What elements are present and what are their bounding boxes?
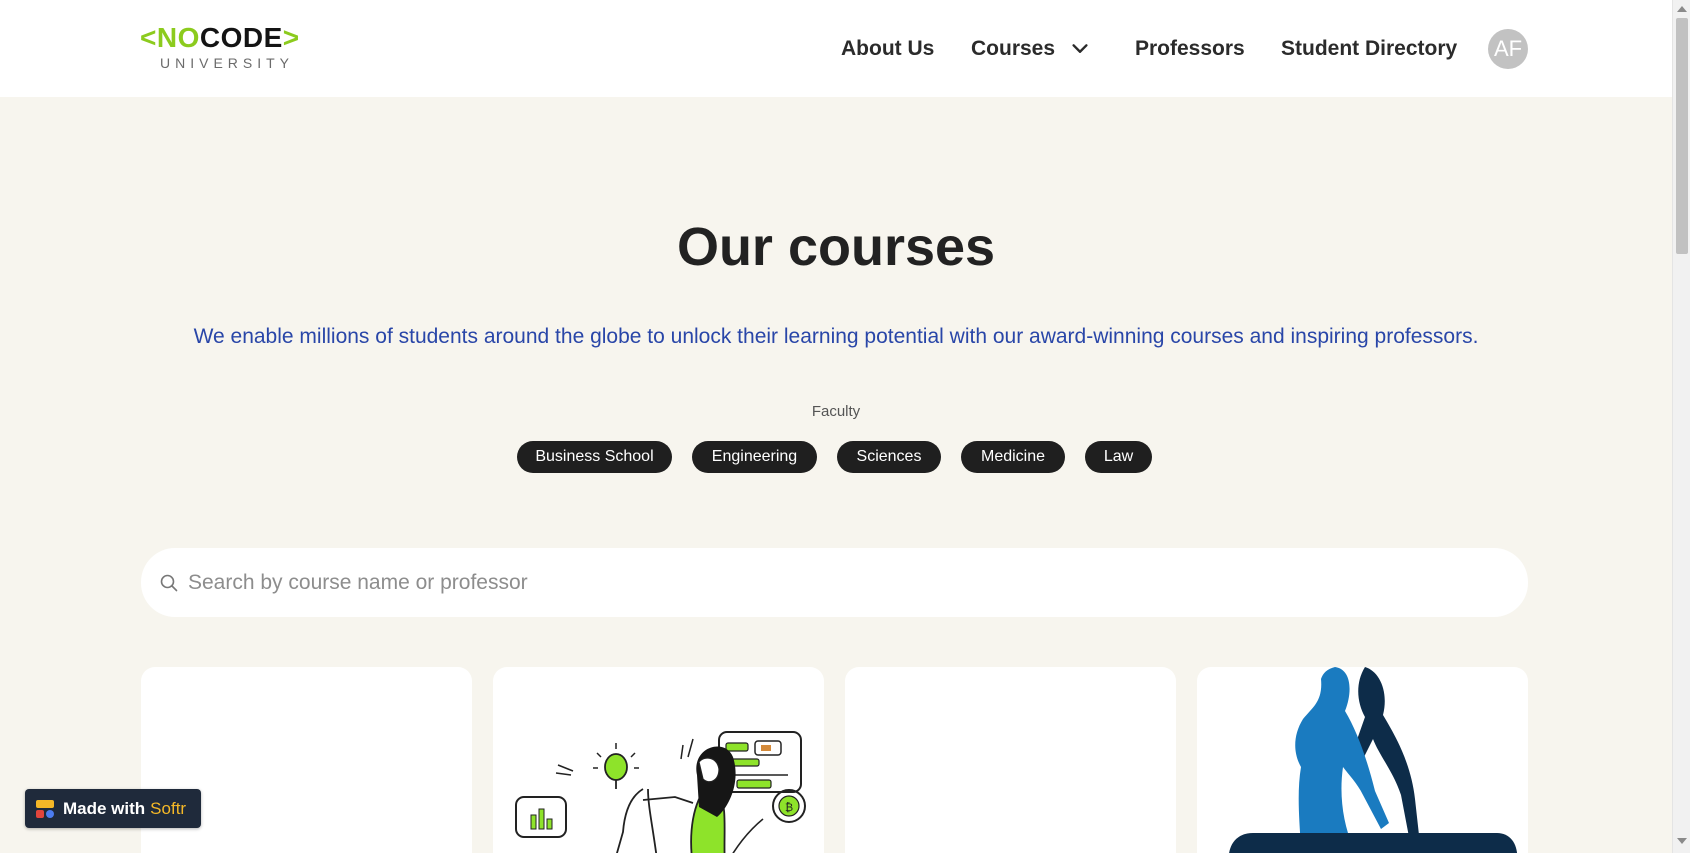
nav-courses[interactable]: Courses — [971, 34, 1091, 64]
scroll-up-arrow-icon[interactable] — [1677, 6, 1687, 12]
nav-student-directory-label: Student Directory — [1281, 37, 1458, 60]
faculty-filter-chips: Business School Engineering Sciences Med… — [0, 441, 1672, 473]
nav-about-us-label: About Us — [841, 37, 935, 60]
made-with-softr-badge[interactable]: Made with Softr — [25, 789, 201, 828]
chip-engineering[interactable]: Engineering — [692, 441, 817, 473]
chip-medicine[interactable]: Medicine — [961, 441, 1065, 473]
search-bar — [141, 548, 1528, 617]
nav-student-directory[interactable]: Student Directory — [1281, 34, 1457, 64]
course-card[interactable]: ₿ — [493, 667, 824, 853]
page-scrollbar[interactable] — [1672, 0, 1690, 853]
faculty-filter-label: Faculty — [811, 403, 861, 420]
search-input[interactable] — [188, 548, 1508, 617]
chevron-down-icon — [1072, 44, 1088, 53]
scrollbar-thumb[interactable] — [1676, 18, 1688, 254]
course-card[interactable] — [845, 667, 1176, 853]
nocode-university-logo[interactable]: <NOCODE> UNIVERSITY — [140, 22, 305, 74]
page-title: Our courses — [676, 217, 996, 277]
chip-business-school[interactable]: Business School — [517, 441, 672, 473]
search-icon — [160, 574, 178, 592]
badge-text: Made with — [63, 798, 146, 818]
logo-wordmark: <NOCODE> — [140, 22, 300, 53]
user-avatar[interactable]: AF — [1488, 29, 1528, 69]
badge-brand: Softr — [150, 798, 187, 818]
logo-subtitle: UNIVERSITY — [160, 55, 295, 71]
top-header: <NOCODE> UNIVERSITY About Us Courses Pro… — [0, 0, 1672, 97]
dance-logo-image — [1229, 667, 1517, 853]
course-illustration-image: ₿ — [515, 731, 806, 853]
nav-about-us[interactable]: About Us — [841, 34, 934, 64]
chip-law[interactable]: Law — [1085, 441, 1152, 473]
avatar-initials: AF — [1493, 36, 1523, 61]
nav-professors-label: Professors — [1135, 37, 1245, 60]
nav-professors[interactable]: Professors — [1135, 34, 1245, 64]
page-subtitle: We enable millions of students around th… — [193, 325, 1479, 348]
svg-text:₿: ₿ — [785, 801, 793, 814]
nav-courses-label: Courses — [971, 37, 1056, 60]
chip-sciences[interactable]: Sciences — [837, 441, 941, 473]
softr-logo-icon — [36, 799, 54, 818]
scroll-down-arrow-icon[interactable] — [1677, 838, 1687, 844]
course-card[interactable] — [1197, 667, 1528, 853]
